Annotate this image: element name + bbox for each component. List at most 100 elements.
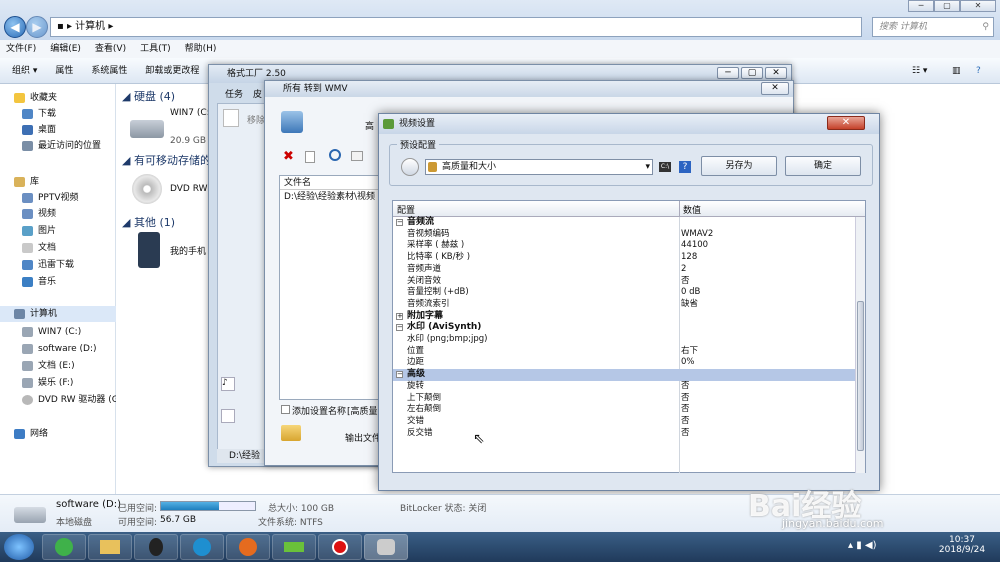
save-as-button[interactable]: 另存为	[701, 156, 777, 176]
scrollbar-thumb[interactable]	[857, 301, 864, 451]
ff-tab-tasks[interactable]: 任务	[225, 87, 243, 100]
nav-drive-e[interactable]: 文档 (E:)	[22, 358, 75, 374]
collapse-icon[interactable]: −	[396, 324, 403, 332]
grid-row[interactable]: 音频声道 2	[393, 264, 855, 276]
ff-tab-skin[interactable]: 皮	[253, 87, 262, 100]
nav-library[interactable]: 库	[14, 174, 39, 190]
dvd-drive-icon[interactable]	[132, 174, 162, 204]
wmv-close-button[interactable]: ✕	[761, 82, 789, 95]
cmd-icon[interactable]: C:\	[659, 162, 671, 172]
nav-favorites[interactable]: 收藏夹	[14, 90, 57, 106]
nav-pptv[interactable]: PPTV视频	[22, 190, 79, 206]
ff-maximize-button[interactable]: ▢	[741, 67, 763, 79]
add-setting-checkbox[interactable]	[281, 405, 290, 414]
system-properties-button[interactable]: 系统属性	[91, 58, 127, 83]
row-value[interactable]: 0%	[681, 357, 695, 369]
drive-c-name[interactable]: WIN7 (C:	[170, 108, 210, 118]
ff-minimize-button[interactable]: ─	[717, 67, 739, 79]
grid-row[interactable]: 交错 否	[393, 416, 855, 428]
grid-category[interactable]: − 音频流	[393, 217, 855, 229]
menu-view[interactable]: 查看(V)	[95, 40, 126, 58]
properties-button[interactable]: 属性	[55, 58, 73, 83]
grid-row[interactable]: 音量控制 (+dB) 0 dB	[393, 287, 855, 299]
output-folder-icon[interactable]	[281, 425, 301, 441]
phone-name[interactable]: 我的手机	[170, 244, 206, 257]
taskbar-recorder-icon[interactable]	[318, 534, 362, 560]
tray-icons[interactable]: ▴ ▮ ◀)	[848, 540, 876, 551]
group-hdd[interactable]: ◢ 硬盘 (4)	[122, 88, 175, 104]
row-value[interactable]: 缺省	[681, 299, 698, 311]
nav-drive-c[interactable]: WIN7 (C:)	[22, 324, 81, 340]
media-info-icon[interactable]	[351, 151, 363, 161]
group-removable[interactable]: ◢ 有可移动存储的	[122, 152, 211, 168]
remove-icon[interactable]	[223, 109, 239, 127]
search-input[interactable]: 搜索 计算机 ⚲	[872, 17, 994, 37]
grid-row[interactable]: 左右颠倒 否	[393, 404, 855, 416]
col-filename[interactable]: 文件名	[280, 176, 378, 190]
collapse-icon[interactable]: −	[396, 371, 403, 379]
preview-pane-icon[interactable]: ▥	[952, 58, 961, 84]
col-value[interactable]: 数值	[683, 203, 701, 216]
grid-category[interactable]: + 附加字幕	[393, 311, 855, 323]
back-button[interactable]: ◀	[4, 16, 26, 38]
row-value[interactable]: 否	[681, 393, 690, 405]
row-value[interactable]: 否	[681, 428, 690, 440]
play-icon[interactable]	[329, 149, 341, 161]
taskbar-qq-icon[interactable]	[134, 534, 178, 560]
nav-dvd[interactable]: DVD RW 驱动器 (G	[22, 392, 119, 408]
menu-file[interactable]: 文件(F)	[6, 40, 36, 58]
taskbar-360-icon[interactable]	[42, 534, 86, 560]
nav-documents[interactable]: 文档	[22, 240, 56, 256]
rom-category-icon[interactable]	[221, 409, 235, 423]
delete-icon[interactable]: ✖	[283, 149, 294, 164]
drive-c-icon[interactable]	[130, 120, 164, 138]
menu-tools[interactable]: 工具(T)	[140, 40, 171, 58]
property-grid[interactable]: 配置 数值 − 音频流 音视频编码 WMAV2 采样率 ( 赫兹 ) 44100 比特率 (…	[392, 200, 866, 473]
menu-edit[interactable]: 编辑(E)	[50, 40, 81, 58]
vertical-scrollbar[interactable]	[855, 217, 865, 473]
grid-row[interactable]: 上下颠倒 否	[393, 393, 855, 405]
grid-row[interactable]: 位置 右下	[393, 346, 855, 358]
row-value[interactable]: 0 dB	[681, 287, 700, 299]
row-value[interactable]: WMAV2	[681, 229, 713, 241]
taskbar-media-icon[interactable]	[180, 534, 224, 560]
address-bar[interactable]: ▪ ▸ 计算机 ▸	[50, 17, 862, 37]
grid-row[interactable]: 旋转 否	[393, 381, 855, 393]
row-value[interactable]: 44100	[681, 240, 708, 252]
menu-help[interactable]: 帮助(H)	[185, 40, 217, 58]
taskbar-formatfactory-icon[interactable]	[364, 534, 408, 560]
forward-button[interactable]: ▶	[26, 16, 48, 38]
taskbar-explorer-icon[interactable]	[88, 534, 132, 560]
grid-row[interactable]: 音频流索引 缺省	[393, 299, 855, 311]
nav-downloads[interactable]: 下载	[22, 106, 56, 122]
nav-videos[interactable]: 视频	[22, 206, 56, 222]
vs-close-button[interactable]: ✕	[827, 116, 865, 130]
taskbar-pptv-icon[interactable]	[272, 534, 316, 560]
row-value[interactable]: 否	[681, 404, 690, 416]
output-folder-label[interactable]: 输出文件	[345, 431, 381, 444]
nav-drive-d[interactable]: software (D:)	[22, 341, 97, 357]
row-value[interactable]: 右下	[681, 346, 698, 358]
grid-row[interactable]: 采样率 ( 赫兹 ) 44100	[393, 240, 855, 252]
nav-pictures[interactable]: 图片	[22, 223, 56, 239]
maximize-button[interactable]: ▢	[934, 0, 960, 12]
help-icon[interactable]: ?	[976, 58, 981, 84]
clear-icon[interactable]	[305, 151, 315, 163]
nav-drive-f[interactable]: 娱乐 (F:)	[22, 375, 73, 391]
grid-row[interactable]: 水印 (png;bmp;jpg)	[393, 334, 855, 346]
row-value[interactable]: 否	[681, 416, 690, 428]
help-icon[interactable]: ?	[679, 161, 691, 173]
row-value[interactable]: 128	[681, 252, 697, 264]
grid-row[interactable]: 关闭音效 否	[393, 276, 855, 288]
clock[interactable]: 10:37 2018/9/24	[930, 535, 994, 555]
taskbar-firefox-icon[interactable]	[226, 534, 270, 560]
expand-icon[interactable]: +	[396, 312, 403, 320]
minimize-button[interactable]: ─	[908, 0, 934, 12]
row-value[interactable]: 2	[681, 264, 686, 276]
grid-row[interactable]: 反交错 否	[393, 428, 855, 440]
collapse-icon[interactable]: −	[396, 219, 403, 226]
nav-music[interactable]: 音乐	[22, 274, 56, 290]
audio-category-icon[interactable]: ♪	[221, 377, 235, 391]
file-list[interactable]: 文件名 D:\经验\经验素材\视频	[279, 175, 379, 400]
row-value[interactable]: 否	[681, 381, 690, 393]
